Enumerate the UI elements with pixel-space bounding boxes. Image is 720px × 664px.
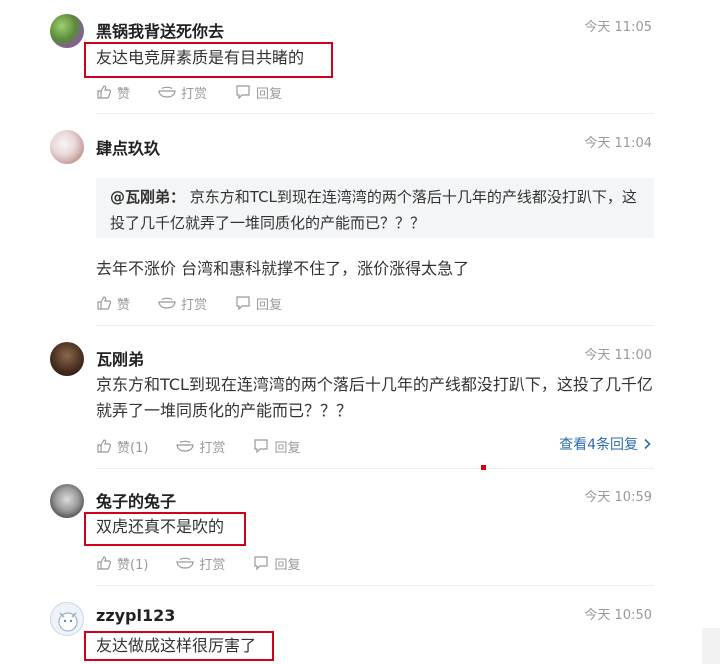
like-button[interactable]: 赞	[96, 294, 130, 313]
highlight-box	[84, 512, 246, 546]
like-label: 赞	[117, 297, 131, 313]
marker-dot	[481, 465, 486, 470]
chevron-right-icon	[644, 438, 651, 450]
reply-button[interactable]: 回复	[253, 437, 300, 456]
avatar[interactable]	[50, 602, 84, 636]
divider	[96, 325, 654, 326]
avatar[interactable]	[50, 130, 84, 164]
tip-button[interactable]: 打赏	[176, 554, 225, 573]
comment-actions: 赞 打赏 回复	[96, 82, 310, 102]
avatar[interactable]	[50, 484, 84, 518]
reply-label: 回复	[274, 557, 301, 573]
thumbs-up-icon	[97, 439, 112, 453]
view-replies-link[interactable]: 查看4条回复	[559, 434, 652, 454]
username[interactable]: 肆点玖玖	[96, 135, 160, 159]
username[interactable]: 瓦刚弟	[96, 346, 144, 370]
timestamp: 今天 11:00	[584, 348, 652, 363]
scroll-edge	[702, 628, 720, 664]
comment-bubble-icon	[254, 556, 269, 571]
tip-bowl-icon	[158, 297, 176, 309]
view-replies-label: 查看4条回复	[559, 437, 638, 453]
quote-text-line1: 京东方和TCL到现在连湾湾的两个落后十几年的产线都没打趴下，这	[185, 188, 637, 206]
quote-author[interactable]: @瓦刚弟：	[110, 188, 185, 206]
thumbs-up-icon	[97, 296, 112, 310]
reply-label: 回复	[256, 86, 283, 102]
comment-bubble-icon	[254, 439, 269, 454]
reply-button[interactable]: 回复	[235, 83, 282, 102]
tip-label: 打赏	[181, 86, 208, 102]
reply-label: 回复	[256, 297, 283, 313]
reply-button[interactable]: 回复	[253, 554, 300, 573]
reply-label: 回复	[274, 440, 301, 456]
thumbs-up-icon	[97, 85, 112, 99]
default-avatar-icon	[58, 612, 78, 632]
quoted-comment: @瓦刚弟： 京东方和TCL到现在连湾湾的两个落后十几年的产线都没打趴下，这 投了…	[96, 178, 654, 238]
avatar[interactable]	[50, 342, 84, 376]
comment-text-line2: 就弄了一堆同质化的产能而已？？？	[96, 401, 353, 420]
comment-actions: 赞(1) 打赏 回复	[96, 436, 328, 456]
tip-label: 打赏	[199, 440, 226, 456]
username[interactable]: zzypl123	[96, 606, 175, 625]
highlight-box	[84, 42, 333, 78]
comment-actions: 赞(1) 打赏 回复	[96, 553, 328, 573]
like-label: 赞(1)	[117, 440, 149, 456]
divider	[96, 468, 654, 469]
avatar[interactable]	[50, 14, 84, 48]
reply-button[interactable]: 回复	[235, 294, 282, 313]
tip-label: 打赏	[199, 557, 226, 573]
like-button[interactable]: 赞(1)	[96, 554, 148, 573]
divider	[96, 585, 654, 586]
like-label: 赞	[117, 86, 131, 102]
like-button[interactable]: 赞	[96, 83, 130, 102]
comment-text-line1: 京东方和TCL到现在连湾湾的两个落后十几年的产线都没打趴下，这投了几千亿	[96, 375, 653, 394]
comment-bubble-icon	[236, 85, 250, 100]
quote-text-line2: 投了几千亿就弄了一堆同质化的产能而已？？？	[110, 214, 426, 232]
highlight-box	[84, 631, 274, 661]
tip-label: 打赏	[181, 297, 208, 313]
comment-actions: 赞 打赏 回复	[96, 293, 310, 313]
timestamp: 今天 11:04	[584, 136, 652, 151]
username[interactable]: 兔子的兔子	[96, 488, 176, 512]
username[interactable]: 黑锅我背送死你去	[96, 18, 224, 42]
like-button[interactable]: 赞(1)	[96, 437, 148, 456]
divider	[96, 113, 654, 114]
thumbs-up-icon	[97, 556, 112, 570]
like-label: 赞(1)	[117, 557, 149, 573]
tip-bowl-icon	[158, 86, 176, 98]
timestamp: 今天 10:50	[584, 608, 652, 623]
tip-bowl-icon	[176, 440, 195, 452]
timestamp: 今天 10:59	[584, 490, 652, 505]
comment-text: 去年不涨价 台湾和惠科就撑不住了，涨价涨得太急了	[96, 259, 470, 278]
tip-button[interactable]: 打赏	[158, 294, 207, 313]
tip-button[interactable]: 打赏	[176, 437, 225, 456]
timestamp: 今天 11:05	[584, 20, 652, 35]
tip-bowl-icon	[176, 557, 195, 569]
comment-bubble-icon	[236, 296, 250, 311]
tip-button[interactable]: 打赏	[158, 83, 207, 102]
